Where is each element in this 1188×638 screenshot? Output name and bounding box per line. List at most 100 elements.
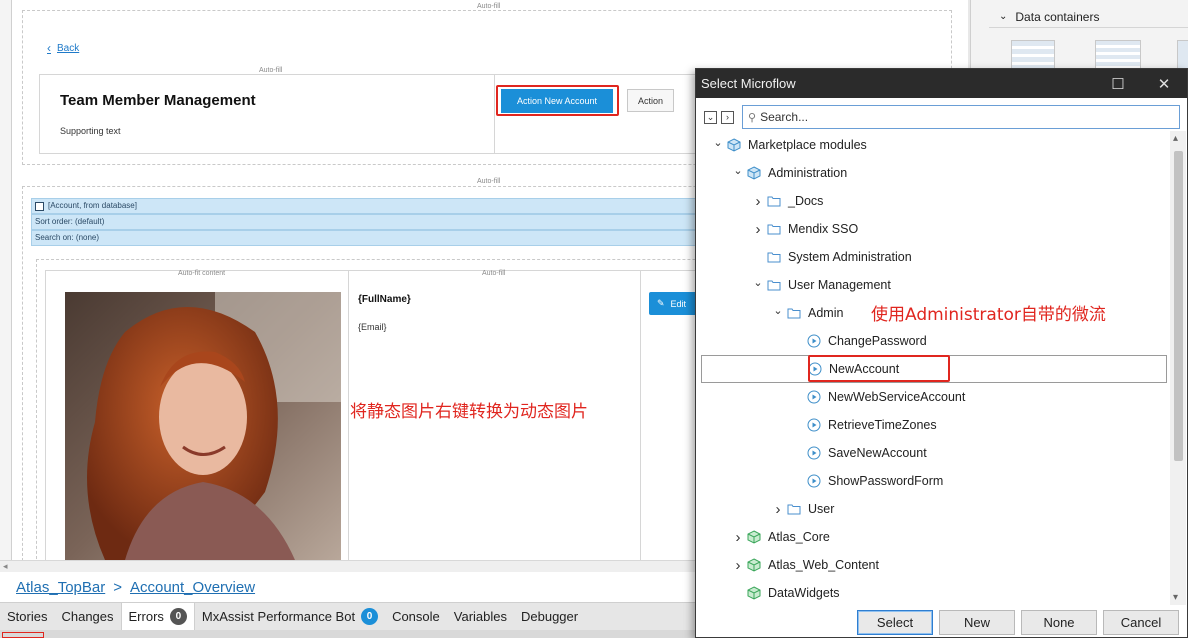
dialog-footer: Select New None Cancel bbox=[696, 605, 1187, 638]
tree-item[interactable]: RetrieveTimeZones bbox=[701, 411, 1167, 439]
widget-grid-icon[interactable] bbox=[1095, 40, 1141, 70]
tree-item[interactable]: DataWidgets bbox=[701, 579, 1167, 605]
tab-mxassist[interactable]: MxAssist Performance Bot 0 bbox=[195, 603, 385, 630]
tree-item-label: ChangePassword bbox=[828, 334, 927, 348]
dialog-titlebar[interactable]: Select Microflow ☐ ✕ bbox=[696, 69, 1187, 98]
folder-icon bbox=[787, 502, 801, 516]
search-box[interactable]: ⚲ bbox=[742, 105, 1180, 129]
tab-console[interactable]: Console bbox=[385, 603, 447, 630]
autofill-label: Auto-fill bbox=[477, 178, 501, 185]
scroll-up-icon[interactable]: ▴ bbox=[1173, 133, 1178, 144]
tree-scrollbar-thumb[interactable] bbox=[1174, 151, 1183, 461]
tree-item[interactable]: › User bbox=[701, 495, 1167, 523]
annotation-use-admin-microflow: 使用Administrator自带的微流 bbox=[871, 305, 1106, 325]
tree-item[interactable]: ChangePassword bbox=[701, 327, 1167, 355]
tree-item-label: User bbox=[808, 502, 835, 516]
tab-label: Stories bbox=[7, 609, 48, 624]
tab-debugger[interactable]: Debugger bbox=[514, 603, 585, 630]
microflow-icon bbox=[807, 418, 821, 432]
error-count-badge: 0 bbox=[169, 608, 187, 625]
widget-view-icon[interactable] bbox=[1177, 40, 1188, 70]
full-name-text[interactable]: {FullName} bbox=[358, 294, 411, 305]
chevron-right-icon[interactable]: › bbox=[729, 557, 747, 574]
tree-item[interactable]: NewWebServiceAccount bbox=[701, 383, 1167, 411]
chevron-right-icon[interactable]: › bbox=[769, 501, 787, 518]
search-on-bar[interactable]: Search on: (none) bbox=[31, 230, 701, 246]
tab-label: Errors bbox=[128, 609, 164, 624]
tree-item-label: Admin bbox=[808, 306, 844, 320]
chevron-down-icon[interactable]: ⌄ bbox=[769, 304, 787, 317]
chevron-right-icon[interactable]: › bbox=[729, 529, 747, 546]
folder-icon bbox=[767, 278, 781, 292]
horizontal-scrollbar[interactable]: ◂ bbox=[0, 560, 695, 572]
widget-list-icon[interactable] bbox=[1011, 40, 1055, 70]
back-link[interactable]: ‹ Back bbox=[47, 41, 79, 55]
highlight-box bbox=[496, 85, 619, 116]
action-button[interactable]: Action bbox=[627, 89, 674, 112]
tree-item[interactable]: System Administration bbox=[701, 243, 1167, 271]
highlight-box bbox=[808, 355, 950, 382]
breadcrumb-item[interactable]: Atlas_TopBar bbox=[16, 579, 105, 596]
tab-variables[interactable]: Variables bbox=[447, 603, 514, 630]
tree-item[interactable]: ⌄ Marketplace modules bbox=[701, 131, 1167, 159]
tree-item-label: User Management bbox=[788, 278, 891, 292]
search-input[interactable] bbox=[760, 110, 1161, 124]
folder-icon bbox=[767, 222, 781, 236]
scroll-down-icon[interactable]: ▾ bbox=[1173, 592, 1178, 603]
tree-item[interactable]: › Atlas_Core bbox=[701, 523, 1167, 551]
tree-item-label: System Administration bbox=[788, 250, 912, 264]
module-icon bbox=[747, 166, 761, 180]
toolbox-section-header[interactable]: ⌄ Data containers bbox=[989, 6, 1188, 28]
breadcrumb-item[interactable]: Account_Overview bbox=[130, 579, 255, 596]
microflow-icon bbox=[807, 334, 821, 348]
tab-stories[interactable]: Stories bbox=[0, 603, 54, 630]
datasource-bar[interactable]: [Account, from database] bbox=[31, 198, 701, 214]
select-button[interactable]: Select bbox=[857, 609, 933, 635]
breadcrumb-separator: > bbox=[113, 578, 122, 596]
autofill-label: Auto-fill bbox=[259, 67, 283, 74]
status-strip bbox=[0, 630, 695, 638]
sort-order-bar[interactable]: Sort order: (default) bbox=[31, 214, 701, 230]
maximize-icon[interactable]: ☐ bbox=[1095, 69, 1141, 98]
profile-photo-image bbox=[65, 292, 341, 560]
chevron-left-icon: ‹ bbox=[47, 41, 51, 55]
chevron-right-icon[interactable]: › bbox=[749, 193, 767, 210]
none-button[interactable]: None bbox=[1021, 609, 1097, 635]
tree-item[interactable]: ShowPasswordForm bbox=[701, 467, 1167, 495]
chevron-down-icon[interactable]: ⌄ bbox=[749, 276, 767, 289]
tree-item-label: Atlas_Web_Content bbox=[768, 558, 879, 572]
chevron-down-icon[interactable]: ⌄ bbox=[709, 136, 727, 149]
tree-item-label: DataWidgets bbox=[768, 586, 840, 600]
tab-errors[interactable]: Errors 0 bbox=[120, 603, 195, 630]
scroll-left-icon[interactable]: ◂ bbox=[3, 561, 8, 572]
tree-item[interactable]: › Atlas_Web_Content bbox=[701, 551, 1167, 579]
breadcrumb: Atlas_TopBar > Account_Overview bbox=[0, 572, 695, 602]
close-icon[interactable]: ✕ bbox=[1141, 69, 1187, 98]
tree-item[interactable]: › Mendix SSO bbox=[701, 215, 1167, 243]
annotation-convert-image: 将静态图片右键转换为动态图片 bbox=[350, 402, 588, 422]
header-divider bbox=[494, 74, 495, 154]
chevron-right-icon[interactable]: › bbox=[749, 221, 767, 238]
chevron-down-icon[interactable]: ⌄ bbox=[729, 164, 747, 177]
tree-item[interactable]: SaveNewAccount bbox=[701, 439, 1167, 467]
folder-icon bbox=[787, 306, 801, 320]
email-text[interactable]: {Email} bbox=[358, 322, 387, 332]
dialog-toolbar: ⌄ › ⚲ bbox=[704, 105, 1187, 129]
tab-label: Debugger bbox=[521, 609, 579, 624]
expand-all-icon[interactable]: › bbox=[721, 110, 734, 124]
tab-label: MxAssist Performance Bot bbox=[201, 609, 356, 624]
tree-item[interactable]: ⌄ Administration bbox=[701, 159, 1167, 187]
module-icon bbox=[727, 138, 741, 152]
tree-item-label: Atlas_Core bbox=[768, 530, 830, 544]
tab-changes[interactable]: Changes bbox=[54, 603, 120, 630]
edit-button[interactable]: ✎ Edit bbox=[649, 292, 697, 315]
cancel-button[interactable]: Cancel bbox=[1103, 609, 1179, 635]
new-button[interactable]: New bbox=[939, 609, 1015, 635]
microflow-icon bbox=[807, 446, 821, 460]
tree-item[interactable]: ⌄ User Management bbox=[701, 271, 1167, 299]
tree-item[interactable]: › _Docs bbox=[701, 187, 1167, 215]
profile-photo[interactable] bbox=[65, 292, 341, 560]
tree-scrollbar[interactable]: ▴ ▾ bbox=[1170, 131, 1186, 605]
autofit-content-label: Auto-fit content bbox=[178, 270, 226, 277]
collapse-all-icon[interactable]: ⌄ bbox=[704, 110, 717, 124]
